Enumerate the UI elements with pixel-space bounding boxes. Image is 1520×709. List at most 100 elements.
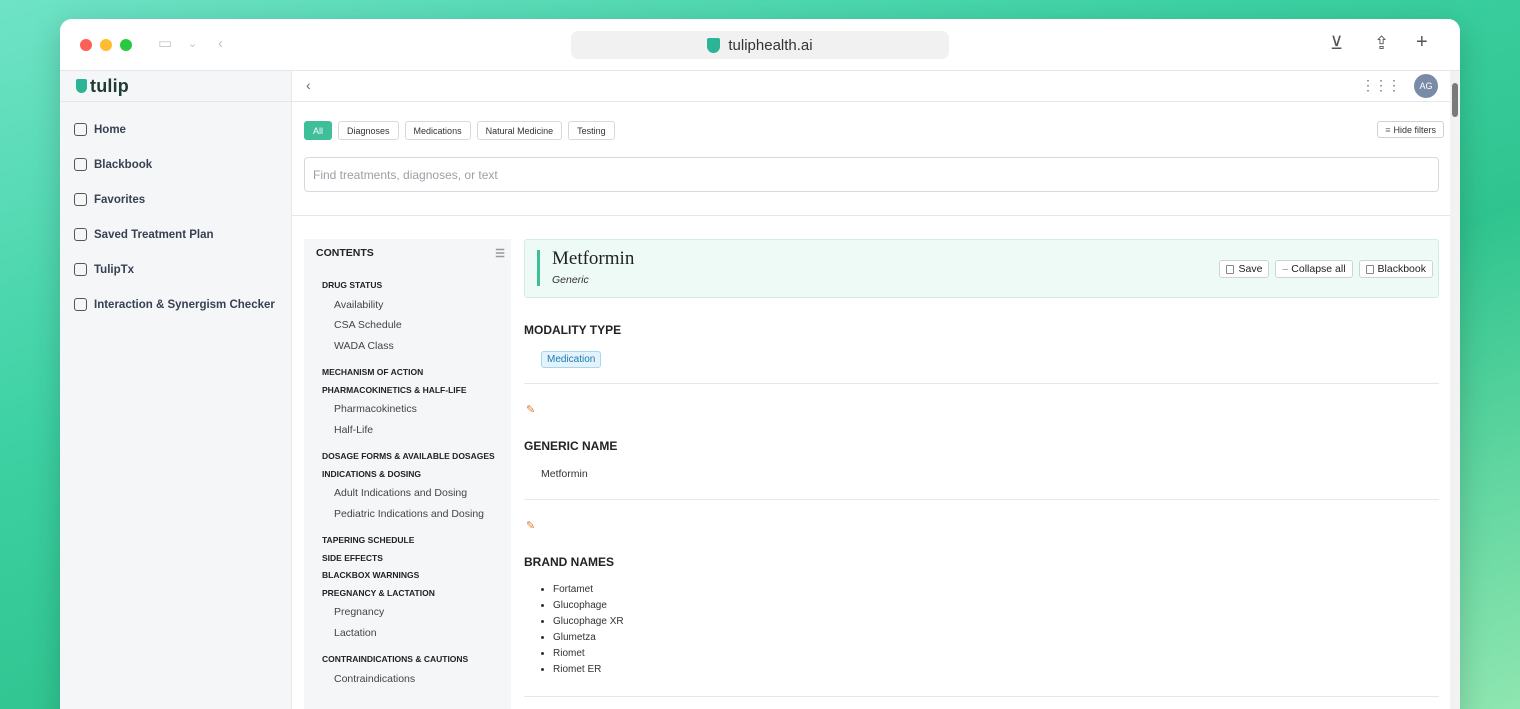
- generic-name-title: GENERIC NAME: [524, 439, 618, 453]
- back-arrow-icon[interactable]: ‹: [218, 34, 223, 54]
- filter-lines-icon: ≡: [1385, 124, 1391, 135]
- toc-subsection[interactable]: CSA Schedule: [322, 315, 511, 336]
- search-input[interactable]: [313, 167, 1438, 182]
- generic-name-value: Metformin: [541, 468, 588, 480]
- toc-subsection[interactable]: WADA Class: [322, 336, 511, 357]
- sidebar-item-label: Blackbook: [94, 158, 153, 171]
- toc-subsection[interactable]: Pharmacokinetics: [322, 399, 511, 420]
- top-bar: ‹ ⋮⋮⋮ AG: [292, 71, 1450, 102]
- blackbook-button[interactable]: Blackbook: [1358, 260, 1433, 278]
- sidebar-item-interaction-synergism-checker[interactable]: Interaction & Synergism Checker: [60, 287, 291, 322]
- sidebar-item-tuliptx[interactable]: TulipTx: [60, 252, 291, 287]
- toc-section[interactable]: SIDE EFFECTS: [322, 550, 511, 568]
- collapse-sidebar-chevron-icon[interactable]: ‹: [306, 77, 311, 93]
- save-button[interactable]: Save: [1219, 260, 1270, 278]
- toc-section[interactable]: DOSAGE FORMS & AVAILABLE DOSAGES: [322, 448, 511, 466]
- brand-names-title: BRAND NAMES: [524, 555, 614, 569]
- accent-bar: [537, 250, 540, 286]
- download-icon[interactable]: ⊻: [1330, 33, 1343, 54]
- toc-subsection[interactable]: Availability: [322, 295, 511, 316]
- list-item: Glumetza: [553, 630, 624, 646]
- toc-section[interactable]: MECHANISM OF ACTION: [322, 364, 511, 382]
- sidebar-nav: Home Blackbook Favorites Saved Treatment Pl…: [60, 102, 291, 322]
- toc-subsection[interactable]: Pregnancy: [322, 602, 511, 623]
- minus-icon: –: [1282, 263, 1289, 275]
- toc-section[interactable]: INDICATIONS & DOSING: [322, 466, 511, 484]
- divider: [292, 215, 1450, 216]
- list-item: Glucophage: [553, 598, 624, 614]
- filter-chip-diagnoses[interactable]: Diagnoses: [338, 121, 399, 140]
- toc-list: DRUG STATUS Availability CSA Schedule WADA …: [304, 267, 511, 697]
- document-icon: [74, 263, 87, 276]
- search-box[interactable]: [304, 157, 1439, 192]
- toc-subsection[interactable]: Half-Life: [322, 420, 511, 441]
- url-text: tuliphealth.ai: [728, 36, 813, 54]
- book-icon: [74, 158, 87, 171]
- pencil-icon[interactable]: ✎: [526, 403, 535, 416]
- toc-section[interactable]: CONTRAINDICATIONS & CAUTIONS: [322, 651, 511, 669]
- toc-subsection[interactable]: Pediatric Indications and Dosing: [322, 504, 511, 525]
- drug-subtitle: Generic: [552, 274, 589, 286]
- toc-section[interactable]: PHARMACOKINETICS & HALF-LIFE: [322, 382, 511, 400]
- minimize-window-button[interactable]: [100, 39, 112, 51]
- close-window-button[interactable]: [80, 39, 92, 51]
- apps-grid-icon[interactable]: ⋮⋮⋮: [1361, 77, 1401, 94]
- drug-name: Metformin: [552, 248, 635, 269]
- sidebar-item-blackbook[interactable]: Blackbook: [60, 147, 291, 182]
- toc-subsection[interactable]: Contraindications: [322, 669, 511, 690]
- modality-tag: Medication: [541, 351, 602, 368]
- hide-filters-label: Hide filters: [1393, 124, 1436, 135]
- sidebar-toggle-icon[interactable]: ▭: [158, 34, 172, 54]
- toc-subsection[interactable]: Adult Indications and Dosing: [322, 483, 511, 504]
- new-tab-plus-icon[interactable]: +: [1416, 31, 1428, 54]
- brand-name: tulip: [90, 75, 129, 96]
- generic-name-section: ✎ GENERIC NAME Metformin: [524, 384, 1439, 500]
- toc-section[interactable]: PREGNANCY & LACTATION: [322, 585, 511, 603]
- scrollbar-thumb[interactable]: [1452, 83, 1458, 117]
- table-of-contents: CONTENTS ☰ DRUG STATUS Availability CSA Sc…: [304, 239, 511, 709]
- filter-chips: All Diagnoses Medications Natural Medicine T…: [304, 121, 615, 140]
- filter-chip-testing[interactable]: Testing: [568, 121, 615, 140]
- sidebar-item-label: Favorites: [94, 193, 146, 206]
- zoom-window-button[interactable]: [120, 39, 132, 51]
- collapse-all-button[interactable]: – Collapse all: [1275, 260, 1353, 278]
- share-icon[interactable]: ⇪: [1374, 33, 1389, 54]
- collapse-all-label: Collapse all: [1291, 263, 1346, 275]
- sidebar-item-saved-treatment-plan[interactable]: Saved Treatment Plan: [60, 217, 291, 252]
- brand-logo[interactable]: tulip: [60, 71, 291, 102]
- bookmark-icon: [1226, 264, 1235, 274]
- filter-chip-medications[interactable]: Medications: [404, 121, 471, 140]
- avatar[interactable]: AG: [1414, 74, 1438, 98]
- toc-menu-icon[interactable]: ☰: [495, 247, 505, 260]
- sidebar-item-label: Saved Treatment Plan: [94, 228, 214, 241]
- address-bar[interactable]: tuliphealth.ai: [571, 31, 949, 59]
- sidebar: tulip Home Blackbook Favorites Saved Treatm…: [60, 71, 292, 709]
- hide-filters-button[interactable]: ≡ Hide filters: [1377, 121, 1444, 138]
- scrollbar[interactable]: [1450, 71, 1460, 709]
- sidebar-item-home[interactable]: Home: [60, 112, 291, 147]
- brand-names-list: FortametGlucophageGlucophage XRGlumetzaR…: [524, 582, 624, 678]
- toc-section[interactable]: TAPERING SCHEDULE: [322, 532, 511, 550]
- tulip-logo-icon: [76, 79, 87, 93]
- save-label: Save: [1238, 263, 1263, 275]
- filter-chip-all[interactable]: All: [304, 121, 333, 140]
- site-shield-icon: [707, 37, 721, 53]
- home-icon: [74, 123, 87, 136]
- list-item: Riomet: [553, 646, 624, 662]
- sidebar-item-label: Interaction & Synergism Checker: [94, 298, 275, 311]
- pencil-icon[interactable]: ✎: [526, 519, 535, 532]
- book-icon: [1365, 264, 1374, 274]
- list-item: Riomet ER: [553, 662, 624, 678]
- main-panel: ‹ ⋮⋮⋮ AG All Diagnoses Medications Natural …: [292, 71, 1450, 709]
- toc-section[interactable]: DRUG STATUS: [322, 277, 511, 295]
- sidebar-item-favorites[interactable]: Favorites: [60, 182, 291, 217]
- drug-title-card: Metformin Generic Save – Collapse all Bl…: [524, 239, 1439, 298]
- browser-titlebar: ▭ ⌄ ‹ tuliphealth.ai ⊻ ⇪ +: [60, 19, 1460, 71]
- toc-section[interactable]: BLACKBOX WARNINGS: [322, 567, 511, 585]
- blackbook-label: Blackbook: [1377, 263, 1426, 275]
- toc-title: CONTENTS: [316, 247, 374, 259]
- chevron-down-icon[interactable]: ⌄: [188, 34, 197, 54]
- browser-window: ▭ ⌄ ‹ tuliphealth.ai ⊻ ⇪ + tulip Home Bla…: [60, 19, 1460, 709]
- toc-subsection[interactable]: Lactation: [322, 623, 511, 644]
- filter-chip-natural-medicine[interactable]: Natural Medicine: [476, 121, 563, 140]
